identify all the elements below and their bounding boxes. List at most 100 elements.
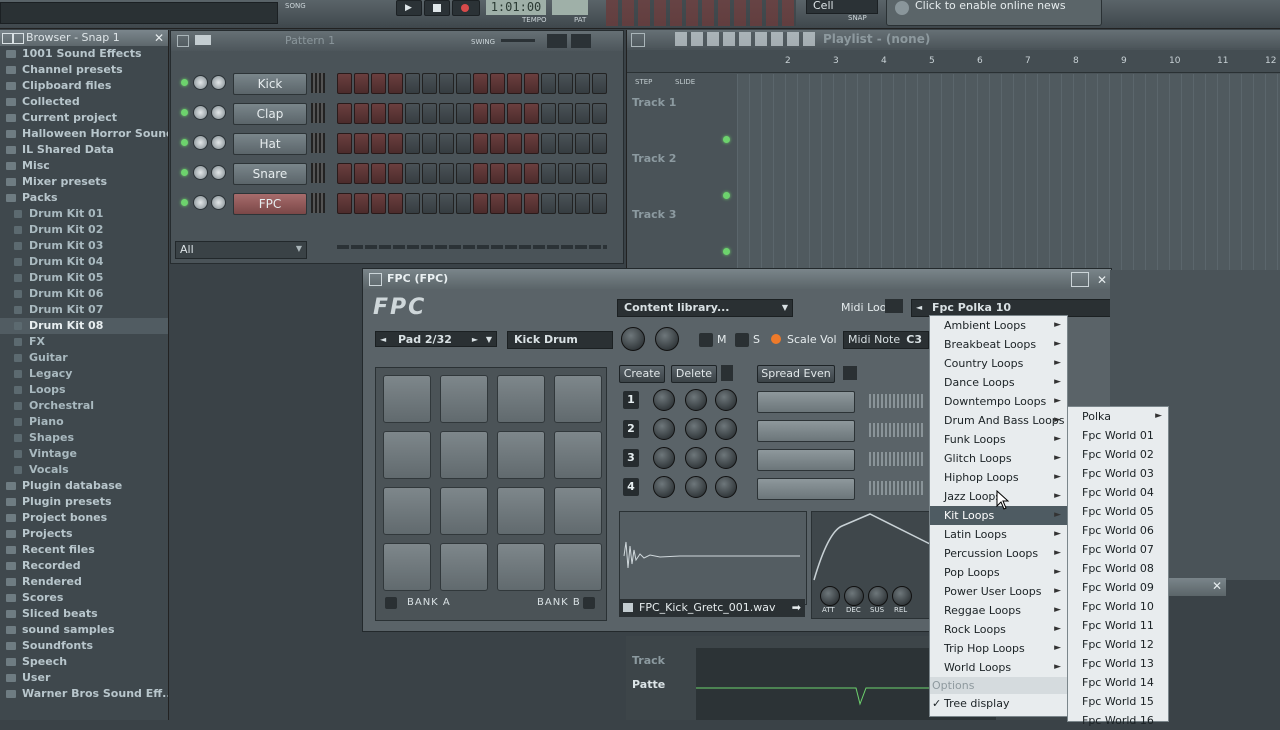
layer-knob[interactable]	[653, 447, 675, 469]
keyboard-icon[interactable]	[571, 34, 591, 48]
fpc-menu-icon[interactable]	[369, 273, 382, 286]
menu-item[interactable]: Downtempo Loops ►	[930, 392, 1067, 411]
step-button[interactable]	[422, 103, 437, 124]
drum-pad[interactable]	[383, 487, 431, 535]
channel-led[interactable]	[181, 79, 188, 86]
step-button[interactable]	[558, 133, 573, 154]
submenu-item[interactable]: Fpc World 15	[1068, 692, 1168, 711]
detach-icon[interactable]	[1071, 272, 1089, 287]
swing-slider[interactable]	[501, 39, 535, 42]
layer-range-bar[interactable]	[757, 420, 855, 442]
channel-volume-knob[interactable]	[193, 135, 208, 150]
sample-file-bar[interactable]: FPC_Kick_Gretc_001.wav ➡	[619, 599, 805, 617]
pattern-display[interactable]	[552, 0, 588, 15]
step-button[interactable]	[541, 73, 556, 94]
step-button[interactable]	[388, 103, 403, 124]
midi-note-field[interactable]: Midi Note C3	[843, 331, 929, 349]
graph-icon[interactable]	[547, 34, 567, 48]
playlist-tools[interactable]	[675, 32, 815, 46]
step-button[interactable]	[507, 193, 522, 214]
browser-item[interactable]: Misc	[0, 158, 168, 174]
browser-item[interactable]: Soundfonts	[0, 638, 168, 654]
browser-item[interactable]: Recent files	[0, 542, 168, 558]
browser-item[interactable]: Drum Kit 05	[0, 270, 168, 286]
layer-range-bar[interactable]	[757, 478, 855, 500]
envelope-knob[interactable]	[892, 586, 912, 606]
browser-item[interactable]: IL Shared Data	[0, 142, 168, 158]
step-button[interactable]	[371, 193, 386, 214]
step-button[interactable]	[490, 193, 505, 214]
playlist-track-header[interactable]: Track 3	[627, 202, 735, 258]
browser-item[interactable]: Plugin database	[0, 478, 168, 494]
step-button[interactable]	[524, 193, 539, 214]
channel-pan-knob[interactable]	[211, 165, 226, 180]
channel-volume-knob[interactable]	[193, 195, 208, 210]
step-button[interactable]	[405, 73, 420, 94]
play-button[interactable]: ▶	[396, 0, 422, 16]
browser-item[interactable]: Drum Kit 01	[0, 206, 168, 222]
step-button[interactable]	[490, 73, 505, 94]
arrow-left-icon[interactable]: ◄	[916, 300, 922, 316]
channel-led[interactable]	[181, 169, 188, 176]
step-button[interactable]	[371, 73, 386, 94]
browser-item[interactable]: Recorded	[0, 558, 168, 574]
menu-item[interactable]: Glitch Loops ►	[930, 449, 1067, 468]
browser-item[interactable]: Drum Kit 06	[0, 286, 168, 302]
pad-select[interactable]: ◄ Pad 2/32 ► ▼	[375, 331, 497, 347]
layer-range-bar[interactable]	[757, 449, 855, 471]
playlist-track-header[interactable]: Track 2	[627, 146, 735, 202]
scale-vol-led[interactable]	[771, 334, 781, 344]
submenu-item[interactable]: Fpc World 06	[1068, 521, 1168, 540]
channel-volume-knob[interactable]	[193, 105, 208, 120]
create-button[interactable]: Create	[619, 365, 665, 383]
layer-knob[interactable]	[685, 447, 707, 469]
close-icon[interactable]: ✕	[154, 30, 164, 46]
step-button[interactable]	[558, 103, 573, 124]
menu-item[interactable]: World Loops ►	[930, 658, 1067, 677]
channel-scroll[interactable]	[337, 245, 607, 249]
arrow-right-icon[interactable]: ►	[472, 332, 478, 348]
step-button[interactable]	[592, 73, 607, 94]
step-button[interactable]	[592, 193, 607, 214]
drum-pad[interactable]	[440, 487, 488, 535]
channel-pan-knob[interactable]	[211, 75, 226, 90]
step-button[interactable]	[388, 193, 403, 214]
drum-pad[interactable]	[554, 431, 602, 479]
delete-button[interactable]: Delete	[671, 365, 717, 383]
step-button[interactable]	[371, 103, 386, 124]
step-button[interactable]	[371, 163, 386, 184]
menu-item[interactable]: Ambient Loops ►	[930, 316, 1067, 335]
browser-item[interactable]: Warner Bros Sound Eff...	[0, 686, 168, 702]
pad-name-field[interactable]: Kick Drum	[507, 331, 613, 349]
channel-filter-select[interactable]: All ▼	[175, 241, 307, 259]
step-button[interactable]	[388, 133, 403, 154]
bank-a-toggle[interactable]	[385, 597, 397, 609]
step-button[interactable]	[575, 163, 590, 184]
channel-led[interactable]	[181, 109, 188, 116]
step-button[interactable]	[541, 133, 556, 154]
browser-item[interactable]: Orchestral	[0, 398, 168, 414]
channel-name-button[interactable]: Snare	[233, 163, 307, 185]
layer-knob[interactable]	[685, 476, 707, 498]
drum-pad[interactable]	[497, 487, 545, 535]
browser-item[interactable]: Drum Kit 03	[0, 238, 168, 254]
channel-pan-knob[interactable]	[211, 195, 226, 210]
bank-b-toggle[interactable]	[583, 597, 595, 609]
step-button[interactable]	[405, 163, 420, 184]
step-button[interactable]	[592, 133, 607, 154]
drum-pad[interactable]	[554, 543, 602, 591]
close-icon[interactable]: ✕	[1097, 270, 1107, 290]
menu-item[interactable]: Latin Loops ►	[930, 525, 1067, 544]
browser-item[interactable]: Current project	[0, 110, 168, 126]
submenu-item[interactable]: Fpc World 05	[1068, 502, 1168, 521]
browser-item[interactable]: Rendered	[0, 574, 168, 590]
step-button[interactable]	[524, 133, 539, 154]
browser-item[interactable]: Shapes	[0, 430, 168, 446]
step-button[interactable]	[490, 163, 505, 184]
layer-knob[interactable]	[715, 476, 737, 498]
browser-item[interactable]: Drum Kit 08	[0, 318, 168, 334]
playlist-menu-icon[interactable]	[631, 33, 645, 47]
step-button[interactable]	[337, 73, 352, 94]
step-button[interactable]	[507, 73, 522, 94]
playlist-track-header[interactable]: Track 1	[627, 90, 735, 146]
